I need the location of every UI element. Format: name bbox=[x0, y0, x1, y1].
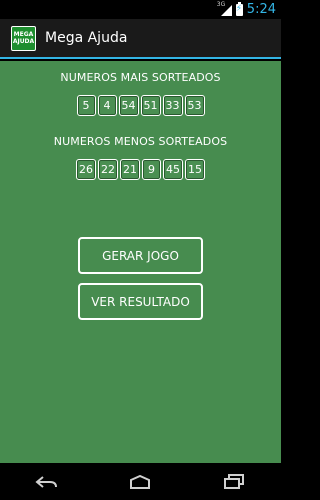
least-drawn-number: 22 bbox=[98, 159, 118, 180]
battery-icon: ⚡ bbox=[235, 1, 243, 16]
most-drawn-number: 54 bbox=[118, 95, 139, 116]
back-button[interactable] bbox=[27, 467, 67, 497]
app-title: Mega Ajuda bbox=[45, 30, 128, 46]
least-drawn-number: 45 bbox=[163, 159, 183, 180]
most-drawn-number: 33 bbox=[162, 95, 183, 116]
most-drawn-title: NUMEROS MAIS SORTEADOS bbox=[60, 71, 221, 84]
back-icon bbox=[35, 475, 57, 488]
most-drawn-number: 53 bbox=[184, 95, 205, 116]
least-drawn-title: NUMEROS MENOS SORTEADOS bbox=[53, 135, 228, 148]
least-drawn-number: 26 bbox=[76, 159, 96, 180]
status-bar: 3G ⚡ 5:24 bbox=[0, 0, 281, 19]
recents-icon bbox=[224, 473, 245, 489]
navigation-bar bbox=[0, 463, 281, 500]
home-icon bbox=[130, 474, 151, 489]
action-bar: MEGA AJUDA Mega Ajuda bbox=[0, 19, 281, 59]
signal-icon: 3G bbox=[217, 1, 232, 16]
view-results-button[interactable]: VER RESULTADO bbox=[78, 283, 203, 320]
most-drawn-number: 4 bbox=[97, 95, 117, 116]
generate-game-button[interactable]: GERAR JOGO bbox=[78, 237, 203, 274]
least-drawn-number: 21 bbox=[120, 159, 140, 180]
clock: 5:24 bbox=[246, 2, 276, 17]
least-drawn-number: 9 bbox=[142, 159, 161, 180]
recents-button[interactable] bbox=[214, 467, 254, 497]
most-drawn-number: 5 bbox=[76, 95, 96, 116]
most-drawn-number: 51 bbox=[140, 95, 161, 116]
home-button[interactable] bbox=[120, 467, 160, 497]
main-content: NUMEROS MAIS SORTEADOS 5 4 54 51 33 53 N… bbox=[0, 61, 281, 463]
least-drawn-number: 15 bbox=[185, 159, 205, 180]
least-drawn-numbers: 26 22 21 9 45 15 bbox=[0, 159, 281, 180]
app-logo: MEGA AJUDA bbox=[11, 25, 36, 51]
most-drawn-numbers: 5 4 54 51 33 53 bbox=[0, 95, 281, 116]
